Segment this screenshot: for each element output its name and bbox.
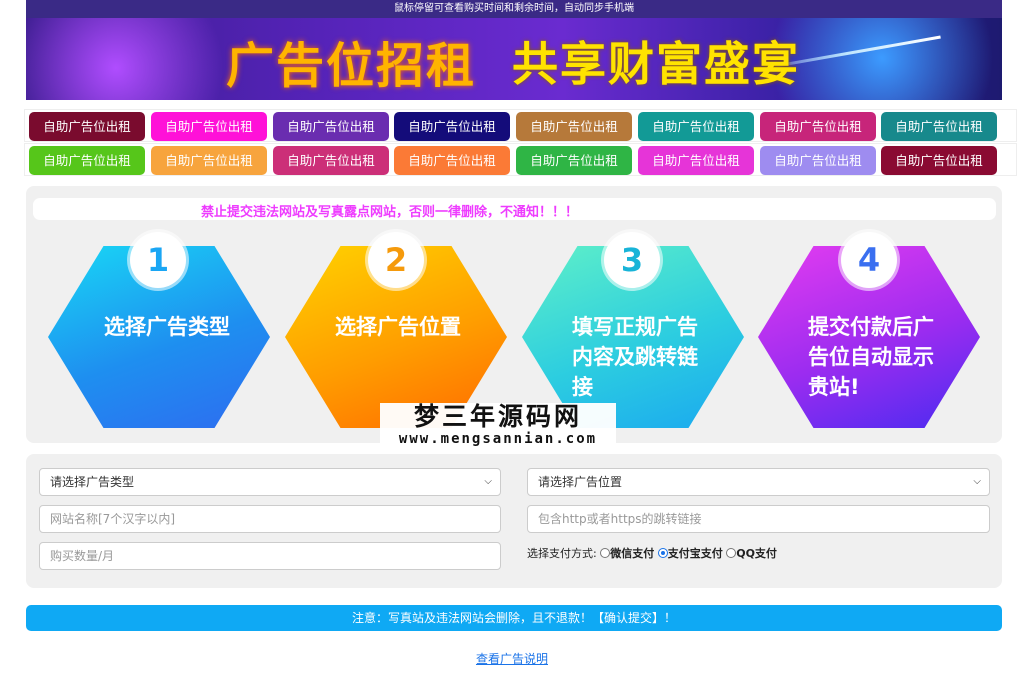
- wechat-pay-label[interactable]: 微信支付: [610, 547, 654, 560]
- quantity-input[interactable]: 购买数量/月: [39, 542, 501, 570]
- banner-title-left: 广告位招租: [226, 38, 477, 94]
- ad-slot-button[interactable]: 自助广告位出租: [273, 146, 389, 175]
- ad-slot-button[interactable]: 自助广告位出租: [760, 112, 876, 141]
- warning-bar: 禁止提交违法网站及写真露点网站，否则一律删除，不通知！！！: [33, 198, 996, 220]
- chevron-down-icon: ⌵: [973, 476, 981, 487]
- ad-row-1: 自助广告位出租 自助广告位出租 自助广告位出租 自助广告位出租 自助广告位出租 …: [24, 109, 1017, 142]
- link-input[interactable]: 包含http或者https的跳转链接: [527, 505, 990, 533]
- ad-slot-button[interactable]: 自助广告位出租: [760, 146, 876, 175]
- ad-slot-button[interactable]: 自助广告位出租: [151, 112, 267, 141]
- watermark-en: www.mengsannian.com: [398, 431, 598, 447]
- warning-text: 禁止提交违法网站及写真露点网站，否则一律删除，不通知！！！: [201, 205, 579, 220]
- pay-method-label: 选择支付方式:: [527, 547, 597, 560]
- step-4-text: 提交付款后广告位自动显示贵站!: [808, 315, 934, 399]
- ad-slot-button[interactable]: 自助广告位出租: [638, 112, 754, 141]
- ad-position-select-value: 请选择广告位置: [538, 475, 623, 489]
- step-4-number: 4: [841, 232, 897, 288]
- ad-slot-button[interactable]: 自助广告位出租: [151, 146, 267, 175]
- ad-slot-button[interactable]: 自助广告位出租: [881, 146, 997, 175]
- help-link-container: 查看广告说明: [0, 650, 1024, 667]
- submit-button[interactable]: 注意：写真站及违法网站会删除，且不退款！【确认提交】！: [26, 605, 1002, 631]
- wechat-pay-radio[interactable]: [600, 548, 611, 558]
- ad-position-select[interactable]: 请选择广告位置 ⌵: [527, 468, 990, 496]
- ad-slot-button[interactable]: 自助广告位出租: [881, 112, 997, 141]
- alipay-radio[interactable]: [657, 548, 668, 558]
- ad-row-2: 自助广告位出租 自助广告位出租 自助广告位出租 自助广告位出租 自助广告位出租 …: [24, 143, 1017, 176]
- ad-slot-button[interactable]: 自助广告位出租: [638, 146, 754, 175]
- ad-slot-button[interactable]: 自助广告位出租: [394, 112, 510, 141]
- ad-type-select[interactable]: 请选择广告类型 ⌵: [39, 468, 501, 496]
- banner-glow-left: [26, 18, 246, 100]
- watermark: 梦三年源码网 www.mengsannian.com: [380, 403, 616, 451]
- top-notice: 鼠标停留可查看购买时间和剩余时间，自动同步手机端: [26, 0, 1002, 18]
- step-2-text: 选择广告位置: [335, 315, 461, 339]
- chevron-down-icon: ⌵: [484, 476, 492, 487]
- ad-slot-button[interactable]: 自助广告位出租: [29, 146, 145, 175]
- alipay-label[interactable]: 支付宝支付: [668, 547, 723, 560]
- banner[interactable]: 广告位招租 共享财富盛宴: [26, 18, 1002, 100]
- payment-options: 选择支付方式: 微信支付 支付宝支付 QQ支付: [527, 545, 777, 561]
- ad-slot-button[interactable]: 自助广告位出租: [273, 112, 389, 141]
- qq-pay-radio[interactable]: [726, 548, 737, 558]
- ad-type-select-value: 请选择广告类型: [50, 475, 135, 489]
- page: 鼠标停留可查看购买时间和剩余时间，自动同步手机端 广告位招租 共享财富盛宴 自助…: [0, 0, 1024, 681]
- qq-pay-label[interactable]: QQ支付: [736, 547, 777, 560]
- order-form: 请选择广告类型 ⌵ 请选择广告位置 ⌵ 网站名称[7个汉字以内] 包含http或…: [26, 454, 1002, 588]
- ad-slot-button[interactable]: 自助广告位出租: [394, 146, 510, 175]
- step-1-text: 选择广告类型: [104, 315, 230, 339]
- watermark-cn: 梦三年源码网: [413, 402, 582, 431]
- site-name-input[interactable]: 网站名称[7个汉字以内]: [39, 505, 501, 533]
- help-link[interactable]: 查看广告说明: [476, 652, 548, 666]
- step-3-number: 3: [604, 232, 660, 288]
- ad-slot-button[interactable]: 自助广告位出租: [516, 112, 632, 141]
- step-2-number: 2: [368, 232, 424, 288]
- banner-title-right: 共享财富盛宴: [512, 37, 800, 91]
- step-3-text: 填写正规广告内容及跳转链接: [572, 315, 698, 399]
- ad-slot-button[interactable]: 自助广告位出租: [516, 146, 632, 175]
- ad-slot-button[interactable]: 自助广告位出租: [29, 112, 145, 141]
- step-1-number: 1: [130, 232, 186, 288]
